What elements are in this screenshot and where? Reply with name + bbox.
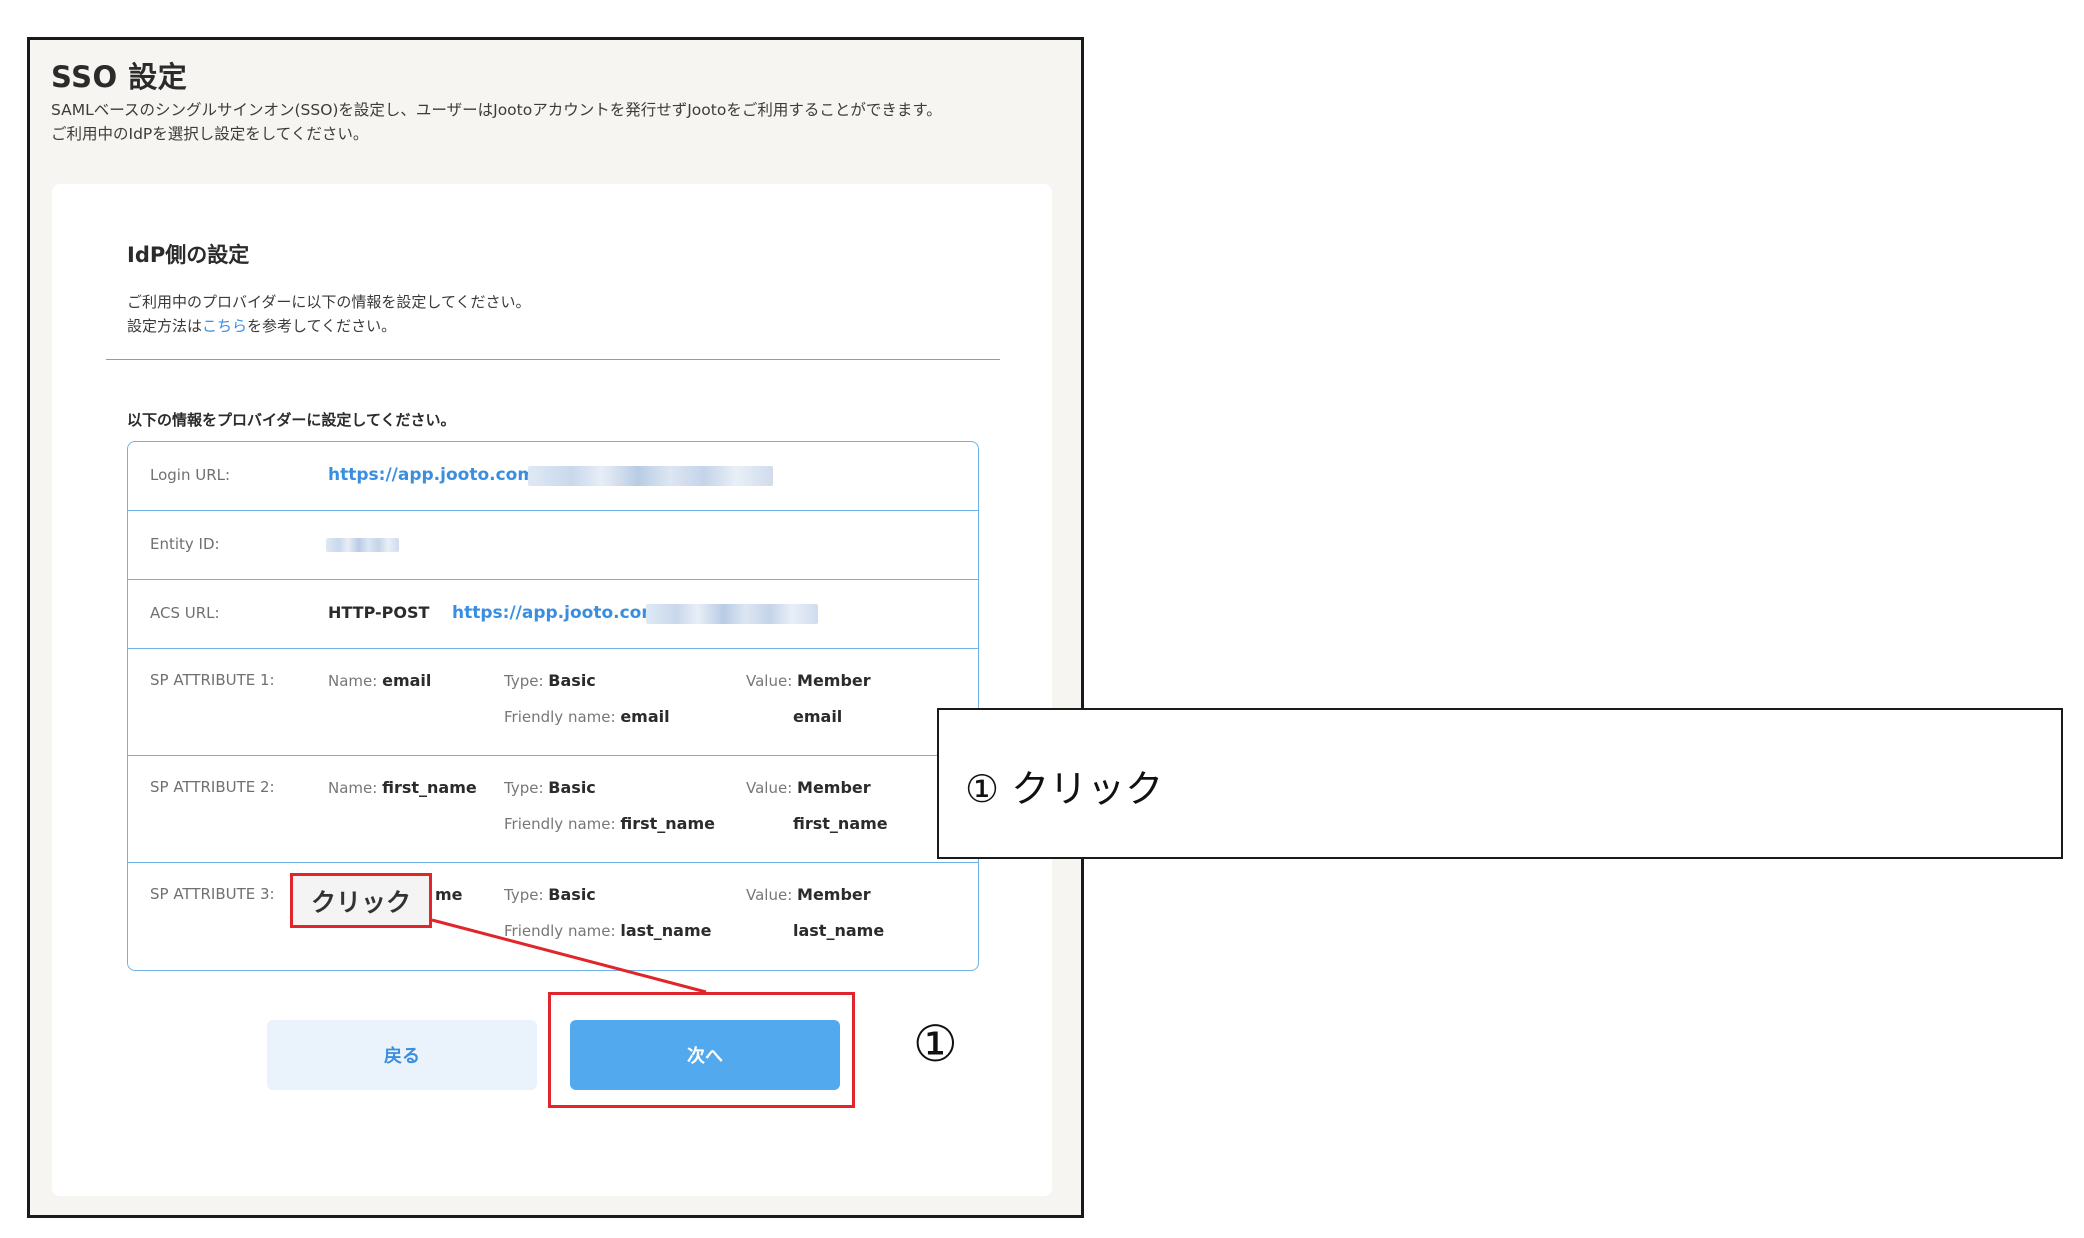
friendly-label: Friendly name: bbox=[504, 922, 616, 940]
attribute-value: Value: Member bbox=[746, 671, 871, 690]
friendly-label: Friendly name: bbox=[504, 708, 616, 726]
sp-info-table: Login URL: https://app.jooto.com/ Entity… bbox=[127, 441, 979, 971]
idp-intro-prefix: 設定方法は bbox=[127, 317, 203, 335]
acs-method: HTTP-POST bbox=[328, 603, 430, 622]
sp-attribute-row: SP ATTRIBUTE 2: Name: first_name Type: B… bbox=[128, 756, 978, 863]
redacted-blur bbox=[528, 466, 773, 486]
page-description-line1: SAMLベースのシングルサインオン(SSO)を設定し、ユーザーはJootoアカウ… bbox=[51, 101, 942, 119]
attribute-type: Type: Basic bbox=[504, 778, 596, 797]
attribute-label: SP ATTRIBUTE 3: bbox=[150, 885, 275, 903]
idp-intro-line2: 設定方法はこちらを参考してください。 bbox=[127, 314, 531, 338]
acs-url-row: ACS URL: HTTP-POST https://app.jooto.com bbox=[128, 580, 978, 649]
name-label: Name: bbox=[328, 779, 378, 797]
attribute-name: Name: email bbox=[328, 671, 431, 690]
attribute-value: Value: Member bbox=[746, 778, 871, 797]
acs-url-label: ACS URL: bbox=[150, 604, 220, 622]
type-label: Type: bbox=[504, 779, 544, 797]
name-value: email bbox=[382, 671, 432, 690]
attribute-friendly-name: Friendly name: first_name bbox=[504, 814, 715, 833]
name-label: Name: bbox=[328, 672, 378, 690]
click-callout: クリック bbox=[290, 873, 432, 928]
instruction-box: ① クリック bbox=[937, 708, 2063, 859]
value-line2: email bbox=[793, 707, 843, 726]
name-value: first_name bbox=[382, 778, 477, 797]
value-line2: last_name bbox=[793, 921, 885, 940]
login-url-row: Login URL: https://app.jooto.com/ bbox=[128, 442, 978, 511]
value-label: Value: bbox=[746, 886, 793, 904]
entity-id-label: Entity ID: bbox=[150, 535, 220, 553]
idp-intro-suffix: を参考してください。 bbox=[247, 317, 397, 335]
attribute-type: Type: Basic bbox=[504, 885, 596, 904]
sp-attribute-row: SP ATTRIBUTE 1: Name: email Type: Basic … bbox=[128, 649, 978, 756]
attribute-type: Type: Basic bbox=[504, 671, 596, 690]
type-value: Basic bbox=[548, 671, 596, 690]
info-heading: 以下の情報をプロバイダーに設定してください。 bbox=[127, 411, 456, 429]
value-line2: first_name bbox=[793, 814, 888, 833]
page-description: SAMLベースのシングルサインオン(SSO)を設定し、ユーザーはJootoアカウ… bbox=[51, 98, 942, 146]
type-label: Type: bbox=[504, 672, 544, 690]
instruction-text: ① クリック bbox=[965, 767, 1164, 811]
type-value: Basic bbox=[548, 778, 596, 797]
back-button[interactable]: 戻る bbox=[267, 1020, 537, 1090]
attribute-label: SP ATTRIBUTE 1: bbox=[150, 671, 275, 689]
value-line1: Member bbox=[797, 885, 871, 904]
redacted-blur bbox=[646, 604, 818, 624]
friendly-value: email bbox=[620, 707, 670, 726]
idp-intro-line1: ご利用中のプロバイダーに以下の情報を設定してください。 bbox=[127, 293, 531, 311]
value-line1: Member bbox=[797, 671, 871, 690]
page-title: SSO 設定 bbox=[51, 60, 188, 94]
idp-section-title: IdP側の設定 bbox=[127, 243, 250, 267]
page-description-line2: ご利用中のIdPを選択し設定をしてください。 bbox=[51, 125, 369, 143]
sp-attribute-row: SP ATTRIBUTE 3: me Type: Basic Friendly … bbox=[128, 863, 978, 970]
redacted-blur bbox=[326, 538, 399, 552]
idp-intro: ご利用中のプロバイダーに以下の情報を設定してください。 設定方法はこちらを参考し… bbox=[127, 290, 531, 338]
step-number: ① bbox=[913, 1015, 958, 1073]
type-value: Basic bbox=[548, 885, 596, 904]
friendly-label: Friendly name: bbox=[504, 815, 616, 833]
entity-id-row: Entity ID: bbox=[128, 511, 978, 580]
attribute-friendly-name: Friendly name: email bbox=[504, 707, 670, 726]
attribute-name: Name: first_name bbox=[328, 778, 477, 797]
friendly-value: first_name bbox=[620, 814, 715, 833]
help-link[interactable]: こちら bbox=[202, 317, 247, 335]
value-label: Value: bbox=[746, 672, 793, 690]
acs-url-value[interactable]: https://app.jooto.com bbox=[452, 603, 659, 623]
value-line1: Member bbox=[797, 778, 871, 797]
friendly-value: last_name bbox=[620, 921, 712, 940]
section-divider bbox=[106, 359, 1000, 360]
type-label: Type: bbox=[504, 886, 544, 904]
login-url-value[interactable]: https://app.jooto.com/ bbox=[328, 465, 541, 485]
attribute-friendly-name: Friendly name: last_name bbox=[504, 921, 712, 940]
attribute-label: SP ATTRIBUTE 2: bbox=[150, 778, 275, 796]
next-button-highlight bbox=[548, 992, 855, 1108]
name-value-partial: me bbox=[435, 885, 463, 904]
login-url-label: Login URL: bbox=[150, 466, 231, 484]
value-label: Value: bbox=[746, 779, 793, 797]
attribute-value: Value: Member bbox=[746, 885, 871, 904]
